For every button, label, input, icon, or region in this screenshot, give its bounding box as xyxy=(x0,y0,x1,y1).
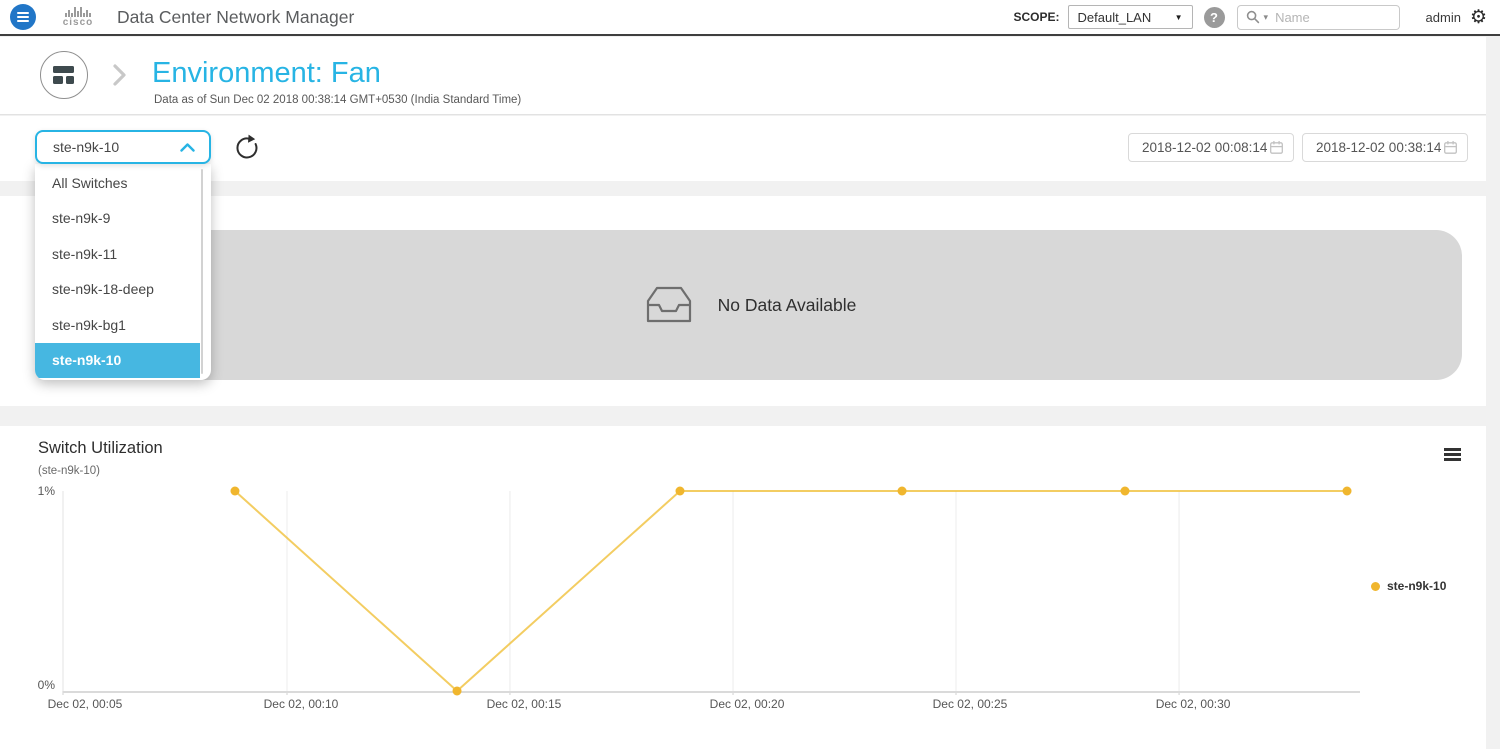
chart-title: Switch Utilization xyxy=(38,439,163,458)
x-tick-label: Dec 02, 00:10 xyxy=(264,697,339,711)
no-data-message: No Data Available xyxy=(718,295,857,316)
dcnm-app: cisco Data Center Network Manager SCOPE:… xyxy=(0,0,1500,749)
nav-menu-button[interactable] xyxy=(10,4,36,30)
empty-tray-icon xyxy=(644,285,694,325)
hamburger-icon xyxy=(17,12,29,14)
x-tick-label: Dec 02, 00:20 xyxy=(710,697,785,711)
x-tick-label: Dec 02, 00:05 xyxy=(48,697,123,711)
calendar-icon xyxy=(1443,140,1458,155)
legend-label: ste-n9k-10 xyxy=(1387,579,1446,593)
breadcrumb-chevron-icon xyxy=(112,63,127,87)
page-header: Environment: Fan Data as of Sun Dec 02 2… xyxy=(0,37,1486,115)
topbar-right: SCOPE: Default_LAN ▼ ? ▾ admin ⚙ xyxy=(1014,5,1500,30)
start-datetime-input[interactable]: 2018-12-02 00:08:14 xyxy=(1128,133,1294,162)
search-icon xyxy=(1246,10,1260,24)
chevron-up-icon xyxy=(180,143,195,152)
switch-utilization-section: Switch Utilization (ste-n9k-10) Dec 02, … xyxy=(0,426,1486,749)
series-point[interactable] xyxy=(453,687,462,696)
series-line xyxy=(235,491,1347,691)
series-point[interactable] xyxy=(675,487,684,496)
switch-option-ste-n9k-9[interactable]: ste-n9k-9 xyxy=(35,201,211,237)
x-tick-label: Dec 02, 00:15 xyxy=(487,697,562,711)
refresh-icon xyxy=(233,133,261,161)
no-data-panel: No Data Available xyxy=(38,230,1462,380)
search-box: ▾ xyxy=(1237,5,1400,30)
help-button[interactable]: ? xyxy=(1204,7,1225,28)
y-tick-label: 0% xyxy=(38,678,56,692)
switch-option-ste-n9k-bg1[interactable]: ste-n9k-bg1 xyxy=(35,307,211,343)
scope-label: SCOPE: xyxy=(1014,10,1060,24)
page-title: Environment: Fan xyxy=(152,57,381,90)
switch-option-ste-n9k-11[interactable]: ste-n9k-11 xyxy=(35,236,211,272)
end-datetime-input[interactable]: 2018-12-02 00:38:14 xyxy=(1302,133,1468,162)
end-datetime-value: 2018-12-02 00:38:14 xyxy=(1316,140,1441,155)
cisco-logo: cisco xyxy=(55,7,101,28)
calendar-icon xyxy=(1269,140,1284,155)
app-title: Data Center Network Manager xyxy=(117,7,354,28)
switch-option-all-switches[interactable]: All Switches xyxy=(35,165,211,201)
topbar: cisco Data Center Network Manager SCOPE:… xyxy=(0,0,1500,36)
series-point[interactable] xyxy=(1343,487,1352,496)
page-subtitle: Data as of Sun Dec 02 2018 00:38:14 GMT+… xyxy=(154,94,521,106)
series-point[interactable] xyxy=(1120,487,1129,496)
refresh-button[interactable] xyxy=(233,133,261,161)
user-menu[interactable]: admin xyxy=(1426,10,1461,25)
legend-marker-icon xyxy=(1371,582,1380,591)
x-tick-label: Dec 02, 00:30 xyxy=(1156,697,1231,711)
cisco-logo-text: cisco xyxy=(55,17,101,28)
y-tick-label: 1% xyxy=(38,484,56,498)
settings-gear-button[interactable]: ⚙ xyxy=(1470,8,1487,27)
caret-down-icon: ▾ xyxy=(1264,12,1269,23)
start-datetime-value: 2018-12-02 00:08:14 xyxy=(1142,140,1267,155)
utilization-chart: Dec 02, 00:05 Dec 02, 00:10 Dec 02, 00:15 D… xyxy=(0,460,1486,740)
search-input[interactable] xyxy=(1275,10,1390,25)
switch-selector[interactable]: ste-n9k-10 xyxy=(35,130,211,164)
dropdown-scrollbar[interactable] xyxy=(201,169,203,374)
cisco-logo-bars-icon xyxy=(55,7,101,17)
environment-page-icon xyxy=(40,51,88,99)
switch-selector-value: ste-n9k-10 xyxy=(53,139,119,155)
series-point[interactable] xyxy=(898,487,907,496)
switch-option-ste-n9k-18-deep[interactable]: ste-n9k-18-deep xyxy=(35,272,211,308)
series-point[interactable] xyxy=(230,487,239,496)
legend-item[interactable]: ste-n9k-10 xyxy=(1371,579,1446,593)
caret-down-icon: ▼ xyxy=(1175,13,1183,22)
switch-option-ste-n9k-10[interactable]: ste-n9k-10 xyxy=(35,343,200,379)
switch-selector-dropdown: All Switchesste-n9k-9ste-n9k-11ste-n9k-1… xyxy=(35,164,211,380)
scope-selector[interactable]: Default_LAN ▼ xyxy=(1068,5,1193,29)
x-tick-label: Dec 02, 00:25 xyxy=(933,697,1008,711)
scope-value: Default_LAN xyxy=(1078,10,1152,25)
fan-data-section: No Data Available xyxy=(0,196,1486,406)
